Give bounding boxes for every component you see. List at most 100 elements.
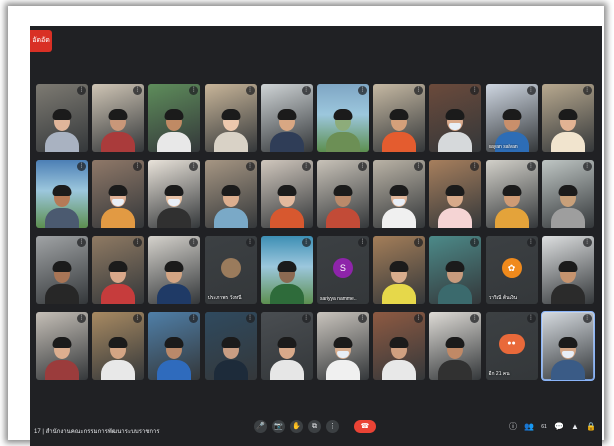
participant-tile[interactable]: ⋮ [429, 312, 482, 380]
participant-tile[interactable]: ⋮ [260, 236, 313, 304]
participant-video [45, 258, 79, 304]
mic-muted-icon: ⋮ [245, 314, 255, 323]
participant-tile[interactable]: ⋮ [148, 236, 201, 304]
participant-video [382, 258, 417, 304]
others-avatar-icon: ●● [498, 334, 525, 354]
participant-video [45, 182, 79, 228]
mic-muted-icon: ⋮ [357, 162, 367, 171]
participant-tile[interactable]: ⋮ [36, 84, 88, 152]
people-count: 61 [541, 424, 547, 430]
meeting-time: 17 [34, 429, 41, 435]
mic-muted-icon: ⋮ [582, 86, 592, 95]
call-controls: 🎤 📷 ✋ ⧉ ⋮ ☎ [254, 420, 376, 433]
participant-video [550, 182, 585, 228]
participant-name: วาริณี ต้นเงิน [488, 295, 518, 301]
participant-tile[interactable]: ⋮ [316, 84, 369, 152]
mic-muted-icon: ⋮ [245, 162, 255, 171]
mic-muted-icon: ⋮ [582, 162, 592, 171]
host-controls-lock-icon[interactable]: 🔒 [586, 422, 596, 432]
screenshot-frame: อัดอัด ⋮ ⋮ ⋮ ⋮ ⋮ ⋮ ⋮ ⋮ ⋮ sayan salvan ⋮ ⋮ ⋮ ⋮ ⋮ ⋮ ⋮ ⋮ ⋮ ⋮ ⋮ ⋮… [8, 6, 604, 446]
side-controls: ⓘ 👥 61 💬 ▲ 🔒 [508, 422, 596, 432]
recording-badge: อัดอัด [30, 30, 52, 52]
participant-tile[interactable]: ⋮ [92, 312, 145, 380]
participant-tile[interactable]: ⋮ [260, 160, 313, 228]
participant-video [325, 106, 360, 152]
participant-tile[interactable]: ⋮ [36, 312, 88, 380]
participant-tile[interactable]: ⋮ ประภาพร วังหนี [204, 236, 257, 304]
participant-tile[interactable]: ⋮ [204, 84, 257, 152]
info-icon[interactable]: ⓘ [508, 422, 518, 432]
participant-tile[interactable]: ⋮ [92, 84, 145, 152]
participant-tile[interactable]: ⋮ [316, 160, 369, 228]
participant-tile[interactable]: ⋮ [204, 160, 257, 228]
participant-tile[interactable]: ⋮ [373, 160, 426, 228]
participant-tile[interactable]: ⋮ [429, 236, 482, 304]
participant-tile[interactable]: ⋮ [373, 236, 426, 304]
mic-muted-icon: ⋮ [526, 238, 536, 247]
participant-tile[interactable]: ⋮ [541, 236, 594, 304]
participant-video [45, 334, 79, 380]
mic-muted-icon: ⋮ [245, 86, 255, 95]
participant-tile[interactable]: ⋮ [260, 312, 313, 380]
avatar-flower-icon: ✿ [501, 258, 522, 278]
hang-up-button[interactable]: ☎ [354, 420, 376, 433]
participant-video [550, 258, 585, 304]
participant-tile[interactable]: ⋮ [92, 160, 145, 228]
participant-tile[interactable]: ●● ⋮ อีก 21 คน [485, 312, 538, 380]
mic-muted-icon: ⋮ [526, 162, 536, 171]
participant-video [550, 334, 585, 380]
participant-tile[interactable]: ⋮ [260, 84, 313, 152]
participant-video [101, 258, 136, 304]
participant-tile[interactable]: ⋮ [92, 236, 145, 304]
participant-tile[interactable]: ⋮ [316, 312, 369, 380]
raise-hand-icon[interactable]: ✋ [290, 420, 303, 433]
camera-icon[interactable]: 📷 [272, 420, 285, 433]
participant-video [438, 182, 473, 228]
participant-tile[interactable]: ⋮ [541, 84, 594, 152]
participant-tile[interactable]: ✿ ⋮ วาริณี ต้นเงิน [485, 236, 538, 304]
participant-video [269, 106, 304, 152]
participant-tile[interactable]: ⋮ [36, 236, 88, 304]
present-icon[interactable]: ⧉ [308, 420, 321, 433]
participant-tile[interactable]: ⋮ sayan salvan [485, 84, 538, 152]
participant-tile[interactable]: ⋮ [148, 160, 201, 228]
participant-tile[interactable]: ⋮ [204, 312, 257, 380]
chat-icon[interactable]: 💬 [554, 422, 564, 432]
participant-name: อีก 21 คน [488, 371, 510, 377]
participant-video [101, 106, 136, 152]
meeting-details[interactable]: 17 | สำนักงานคณะกรรมการพัฒนาระบบราชการ [34, 426, 160, 436]
mic-muted-icon: ⋮ [77, 238, 86, 247]
participant-video [101, 334, 136, 380]
participant-tile[interactable]: ⋮ [429, 160, 482, 228]
participant-name: ประภาพร วังหนี [207, 295, 242, 301]
participant-video [325, 182, 360, 228]
participant-video [550, 106, 585, 152]
participant-tile[interactable]: ⋮ [541, 160, 594, 228]
mic-muted-icon: ⋮ [526, 86, 536, 95]
avatar-photo [220, 258, 241, 278]
mic-icon[interactable]: 🎤 [254, 420, 267, 433]
activities-icon[interactable]: ▲ [570, 422, 580, 432]
mic-muted-icon: ⋮ [357, 86, 367, 95]
people-icon[interactable]: 👥 [524, 422, 534, 432]
participant-tile[interactable]: ⋮ [540, 311, 595, 381]
participant-video [438, 258, 473, 304]
meet-window: อัดอัด ⋮ ⋮ ⋮ ⋮ ⋮ ⋮ ⋮ ⋮ ⋮ sayan salvan ⋮ ⋮ ⋮ ⋮ ⋮ ⋮ ⋮ ⋮ ⋮ ⋮ ⋮ ⋮… [30, 26, 602, 446]
mic-muted-icon: ⋮ [301, 238, 311, 247]
meeting-title: สำนักงานคณะกรรมการพัฒนาระบบราชการ [45, 429, 160, 435]
participant-tile[interactable]: ⋮ [373, 84, 426, 152]
participant-video [382, 334, 417, 380]
participant-tile[interactable]: ⋮ [485, 160, 538, 228]
participant-tile[interactable]: ⋮ [36, 160, 88, 228]
participant-tile[interactable]: ⋮ [373, 312, 426, 380]
participant-video [325, 334, 360, 380]
avatar-initial: S [332, 258, 353, 278]
more-options-icon[interactable]: ⋮ [326, 420, 339, 433]
mic-muted-icon: ⋮ [582, 314, 592, 323]
participant-tile[interactable]: S ⋮ sariyya namme.. [316, 236, 369, 304]
participant-tile[interactable]: ⋮ [148, 84, 201, 152]
participant-tile[interactable]: ⋮ [429, 84, 482, 152]
mic-muted-icon: ⋮ [357, 238, 367, 247]
participant-tile[interactable]: ⋮ [148, 312, 201, 380]
participant-video [438, 334, 473, 380]
